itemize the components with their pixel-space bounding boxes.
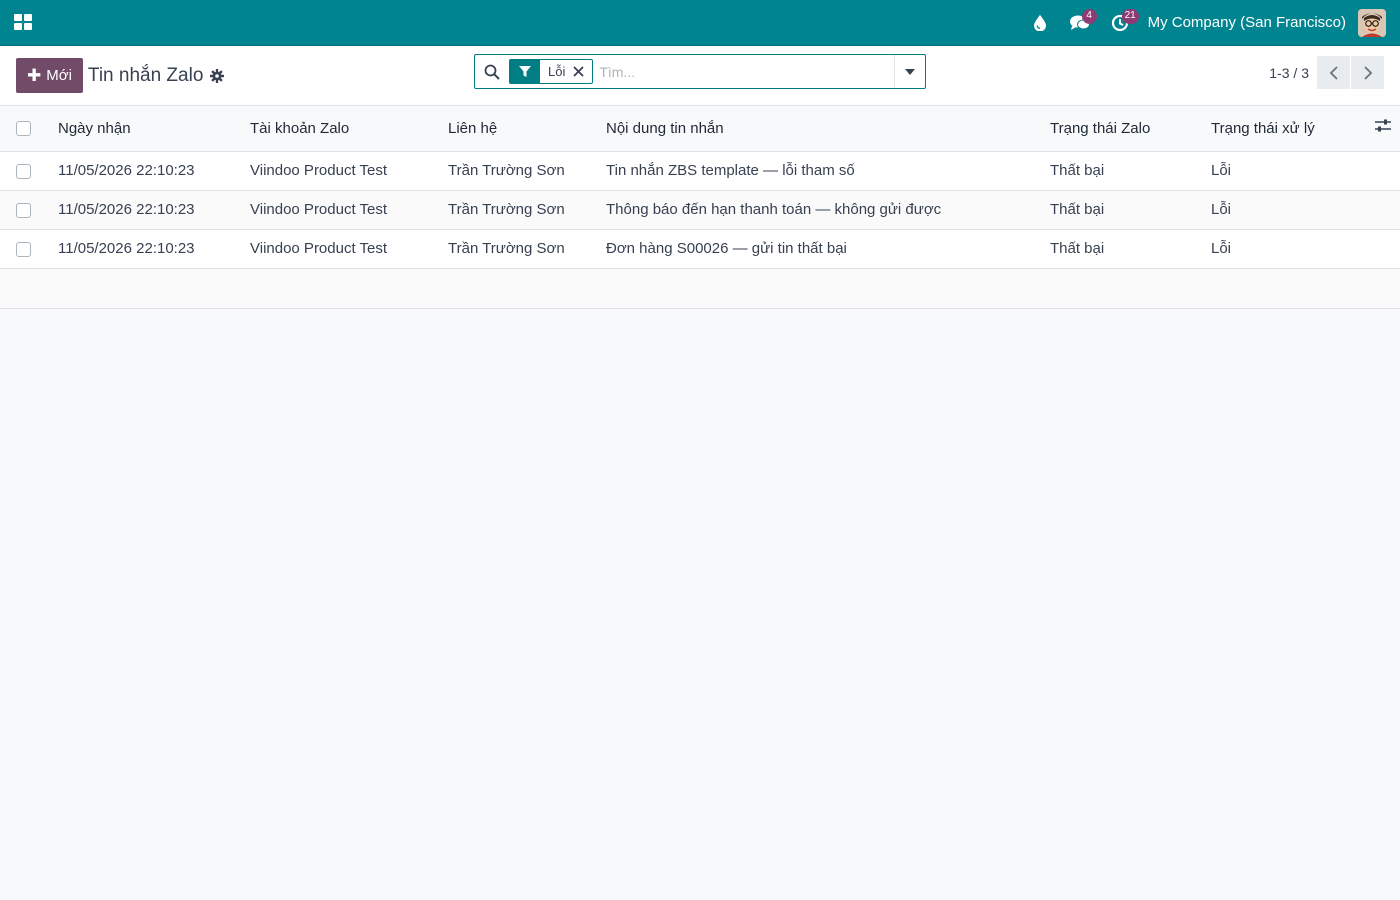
cell-process-status: Lỗi [1211, 229, 1361, 269]
search-bar: Lỗi [474, 54, 926, 89]
cell-zalo-status: Thất bại [1050, 151, 1211, 191]
gear-icon[interactable] [210, 68, 225, 83]
cell-date: 11/05/2026 22:10:23 [58, 151, 250, 191]
cell-account: Viindoo Product Test [250, 151, 448, 191]
page-title: Tin nhắn Zalo [87, 64, 204, 86]
list-table: Ngày nhận Tài khoản Zalo Liên hệ Nội dun… [0, 106, 1400, 309]
chat-icon[interactable]: 4 [1060, 0, 1100, 46]
column-header[interactable]: Trạng thái xử lý [1211, 106, 1361, 152]
new-button-label: Mới [46, 67, 72, 84]
cell-contact: Trần Trường Sơn [448, 151, 606, 191]
pager: 1-3 / 3 [1269, 56, 1384, 89]
cell-process-status: Lỗi [1211, 190, 1361, 230]
company-switcher[interactable]: My Company (San Francisco) [1148, 14, 1346, 31]
new-button[interactable]: ✚ Mới [16, 58, 83, 93]
select-all-checkbox[interactable] [16, 121, 31, 137]
table-header: Ngày nhận Tài khoản Zalo Liên hệ Nội dun… [0, 106, 1400, 152]
row-checkbox[interactable] [16, 241, 31, 257]
cell-account: Viindoo Product Test [250, 190, 448, 230]
cell-contact: Trần Trường Sơn [448, 229, 606, 269]
activity-clock-icon[interactable]: 21 [1100, 0, 1140, 46]
cell-contact: Trần Trường Sơn [448, 190, 606, 230]
activity-badge: 21 [1121, 8, 1139, 24]
apps-grid-icon[interactable] [14, 14, 33, 31]
close-icon[interactable] [573, 66, 592, 77]
column-header[interactable]: Nội dung tin nhắn [606, 106, 1050, 152]
cell-zalo-status: Thất bại [1050, 190, 1211, 230]
cell-message: Đơn hàng S00026 — gửi tin thất bại [606, 229, 1050, 269]
drop-icon[interactable] [1020, 0, 1060, 46]
column-header[interactable]: Liên hệ [448, 106, 606, 152]
chevron-right-icon[interactable] [1351, 56, 1384, 89]
chevron-left-icon[interactable] [1317, 56, 1350, 89]
column-header[interactable]: Tài khoản Zalo [250, 106, 448, 152]
cell-zalo-status: Thất bại [1050, 229, 1211, 269]
control-panel: ✚ Mới Tin nhắn Zalo Lỗi 1-3 / 3 [0, 46, 1400, 106]
row-checkbox[interactable] [16, 163, 31, 179]
chat-badge: 4 [1081, 8, 1097, 24]
facet-value: Lỗi [548, 64, 566, 79]
cell-date: 11/05/2026 22:10:23 [58, 229, 250, 269]
user-avatar[interactable] [1358, 8, 1386, 37]
cell-message: Tin nhắn ZBS template — lỗi tham số [606, 151, 1050, 191]
cell-account: Viindoo Product Test [250, 229, 448, 269]
pager-value[interactable]: 1-3 / 3 [1269, 65, 1309, 81]
row-checkbox[interactable] [16, 202, 31, 218]
table-row[interactable]: 11/05/2026 22:10:23 Viindoo Product Test… [0, 229, 1400, 269]
chevron-down-icon[interactable] [894, 55, 925, 88]
plus-icon: ✚ [27, 66, 42, 85]
sliders-icon[interactable] [1361, 106, 1400, 152]
column-header[interactable]: Trạng thái Zalo [1050, 106, 1211, 152]
table-row[interactable]: 11/05/2026 22:10:23 Viindoo Product Test… [0, 151, 1400, 191]
search-icon[interactable] [475, 64, 509, 80]
search-input[interactable] [599, 55, 894, 88]
search-facet: Lỗi [509, 59, 594, 84]
top-navbar: 4 21 My Company (San Francisco) [0, 0, 1400, 46]
cell-process-status: Lỗi [1211, 151, 1361, 191]
cell-date: 11/05/2026 22:10:23 [58, 190, 250, 230]
column-header[interactable]: Ngày nhận [58, 106, 250, 152]
cell-message: Thông báo đến hạn thanh toán — không gửi… [606, 190, 1050, 230]
table-row[interactable]: 11/05/2026 22:10:23 Viindoo Product Test… [0, 190, 1400, 230]
table-footer-filler [0, 268, 1400, 309]
filter-icon [510, 60, 540, 83]
